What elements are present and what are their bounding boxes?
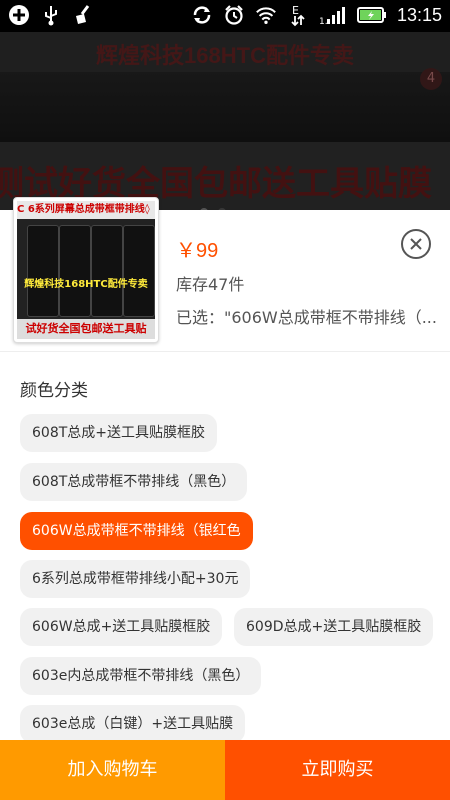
thumb-phone [123,225,155,317]
stock-count: 库存47件 [176,275,245,294]
variant-chip[interactable]: 603e总成（白键）+送工具贴膜 [20,705,246,743]
variant-chip[interactable]: 603e内总成带框不带排线（黑色） [20,657,262,695]
thumb-phone [59,225,91,317]
variant-section-title: 颜色分类 [20,381,88,401]
variant-chip[interactable]: 608T总成带框不带排线（黑色） [20,463,248,501]
signal-label: 1. [319,17,328,26]
add-to-cart-button[interactable]: 加入购物车 [0,740,225,800]
sync-icon [191,4,213,26]
bottom-action-bar: 加入购物车 立即购买 [0,740,450,800]
close-button[interactable] [401,229,431,259]
alarm-icon [223,4,245,26]
battery-icon [356,4,387,26]
data-arrows-icon: E [287,4,309,27]
divider [0,351,450,352]
broom-icon [72,4,94,26]
clock: 13:15 [396,4,442,25]
selected-variant-text: 已选："606W总成带框不带排线（... [176,308,437,327]
variant-chip-selected[interactable]: 606W总成带框不带排线（银红色 [20,512,253,550]
variant-chip[interactable]: 606W总成+送工具贴膜框胶 [20,608,223,646]
thumb-phone [27,225,59,317]
svg-text:E: E [292,4,299,17]
price: ￥99 [176,240,219,262]
variant-chip[interactable]: 6系列总成带框带排线小配+30元 [20,560,251,598]
variant-chip[interactable]: 608T总成+送工具贴膜框胶 [20,414,218,452]
signal-icon: 1. [319,4,347,26]
buy-now-button[interactable]: 立即购买 [225,740,450,800]
close-icon [408,236,424,252]
thumb-mid-text: 辉煌科技168HTC配件专卖 [24,279,148,290]
thumb-phone [91,225,123,317]
wifi-icon [255,4,277,26]
status-bar-left [8,4,94,26]
status-bar-right: E 1. 13:15 [191,4,442,27]
status-bar: E 1. 13:15 [0,0,450,32]
thumb-top-text: C 6系列屏幕总成带框带排线◊ [17,201,155,219]
add-circle-icon [8,4,30,26]
thumbnail-image: C 6系列屏幕总成带框带排线◊ 辉煌科技168HTC配件专卖 试好货全国包邮送工… [17,201,155,339]
variant-chip[interactable]: 609D总成+送工具贴膜框胶 [234,608,434,646]
product-thumbnail: C 6系列屏幕总成带框带排线◊ 辉煌科技168HTC配件专卖 试好货全国包邮送工… [13,197,159,343]
usb-icon [40,4,62,26]
thumb-bottom-text: 试好货全国包邮送工具贴 [17,319,155,339]
